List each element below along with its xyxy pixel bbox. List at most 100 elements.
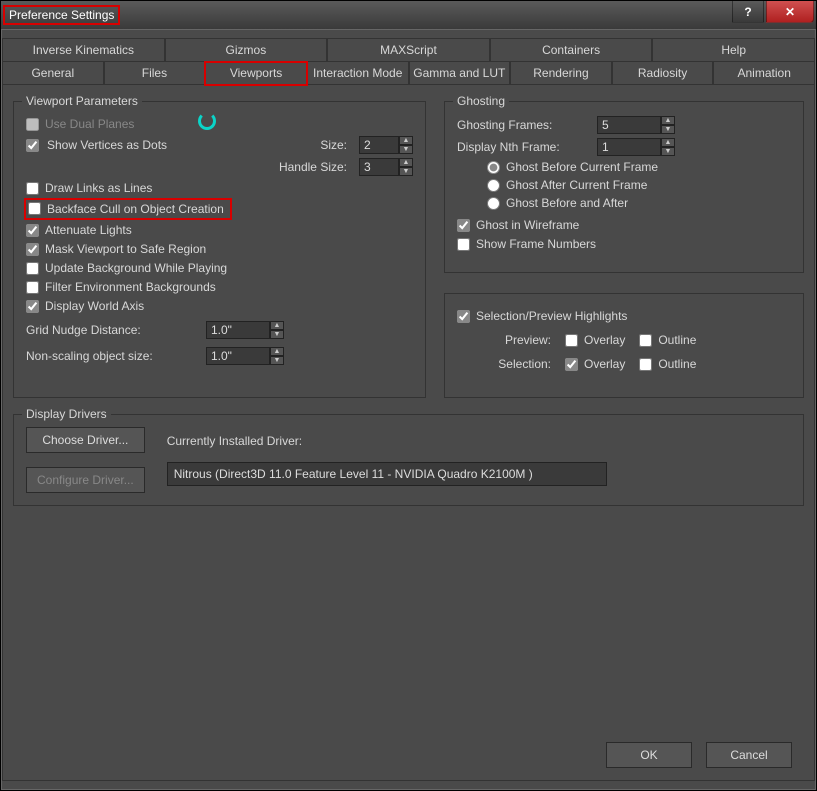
nth-frame-spinner[interactable]: ▲▼ xyxy=(597,138,675,156)
preview-outline-label[interactable]: Outline xyxy=(658,333,696,347)
selection-overlay-label[interactable]: Overlay xyxy=(584,357,625,371)
spin-up-icon[interactable]: ▲ xyxy=(270,321,284,330)
ghost-both-label[interactable]: Ghost Before and After xyxy=(506,196,628,210)
handle-size-input[interactable] xyxy=(359,158,399,176)
spin-down-icon[interactable]: ▼ xyxy=(399,167,413,176)
cancel-button[interactable]: Cancel xyxy=(706,742,792,768)
size-spinner[interactable]: ▲▼ xyxy=(359,136,413,154)
configure-driver-button: Configure Driver... xyxy=(26,467,145,493)
selection-highlights-label[interactable]: Selection/Preview Highlights xyxy=(476,309,627,323)
ghost-wire-label[interactable]: Ghost in Wireframe xyxy=(476,218,579,232)
tab-maxscript[interactable]: MAXScript xyxy=(327,38,490,62)
attenuate-checkbox[interactable] xyxy=(26,224,39,237)
display-axis-checkbox[interactable] xyxy=(26,300,39,313)
tab-files[interactable]: Files xyxy=(104,62,206,85)
update-bg-checkbox[interactable] xyxy=(26,262,39,275)
choose-driver-button[interactable]: Choose Driver... xyxy=(26,427,145,453)
selection-outline-checkbox[interactable] xyxy=(639,358,652,371)
ghost-both-radio[interactable] xyxy=(487,197,500,210)
tab-viewports[interactable]: Viewports xyxy=(205,62,307,85)
filter-env-checkbox[interactable] xyxy=(26,281,39,294)
spin-down-icon[interactable]: ▼ xyxy=(270,356,284,365)
nonscale-label: Non-scaling object size: xyxy=(26,349,206,363)
viewport-parameters-group: Viewport Parameters Use Dual Planes Show… xyxy=(13,101,426,398)
spin-down-icon[interactable]: ▼ xyxy=(399,145,413,154)
selection-outline-label[interactable]: Outline xyxy=(658,357,696,371)
dialog-footer: OK Cancel xyxy=(13,734,804,770)
selection-label: Selection: xyxy=(481,357,551,371)
nonscale-spinner[interactable]: ▲▼ xyxy=(206,347,284,365)
spin-up-icon[interactable]: ▲ xyxy=(399,136,413,145)
show-frame-numbers-checkbox[interactable] xyxy=(457,238,470,251)
show-vertices-label[interactable]: Show Vertices as Dots xyxy=(47,138,312,152)
spin-down-icon[interactable]: ▼ xyxy=(661,147,675,156)
tab-gizmos[interactable]: Gizmos xyxy=(165,38,328,62)
group-title: Ghosting xyxy=(453,94,509,108)
mask-label[interactable]: Mask Viewport to Safe Region xyxy=(45,242,206,256)
handle-size-spinner[interactable]: ▲▼ xyxy=(359,158,413,176)
group-title: Viewport Parameters xyxy=(22,94,142,108)
group-title: Display Drivers xyxy=(22,407,111,421)
tab-containers[interactable]: Containers xyxy=(490,38,653,62)
mask-checkbox[interactable] xyxy=(26,243,39,256)
draw-links-label[interactable]: Draw Links as Lines xyxy=(45,181,152,195)
filter-env-label[interactable]: Filter Environment Backgrounds xyxy=(45,280,216,294)
preview-overlay-label[interactable]: Overlay xyxy=(584,333,625,347)
backface-cull-checkbox[interactable] xyxy=(28,202,41,215)
spin-up-icon[interactable]: ▲ xyxy=(661,138,675,147)
close-button[interactable]: ✕ xyxy=(766,1,814,23)
installed-driver-label: Currently Installed Driver: xyxy=(167,434,791,448)
backface-cull-label[interactable]: Backface Cull on Object Creation xyxy=(47,202,224,216)
tab-rendering[interactable]: Rendering xyxy=(510,62,612,85)
preview-outline-checkbox[interactable] xyxy=(639,334,652,347)
columns: Viewport Parameters Use Dual Planes Show… xyxy=(13,101,804,398)
ghost-after-label[interactable]: Ghost After Current Frame xyxy=(506,178,647,192)
window-controls: ? ✕ xyxy=(732,1,816,29)
use-dual-planes-label: Use Dual Planes xyxy=(45,117,134,131)
spin-up-icon[interactable]: ▲ xyxy=(270,347,284,356)
show-vertices-checkbox[interactable] xyxy=(26,139,39,152)
grid-nudge-label: Grid Nudge Distance: xyxy=(26,323,206,337)
grid-nudge-input[interactable] xyxy=(206,321,270,339)
spin-down-icon[interactable]: ▼ xyxy=(270,330,284,339)
size-input[interactable] xyxy=(359,136,399,154)
update-bg-label[interactable]: Update Background While Playing xyxy=(45,261,227,275)
right-column: Ghosting Ghosting Frames: ▲▼ Display Nth… xyxy=(444,101,804,398)
display-axis-label[interactable]: Display World Axis xyxy=(45,299,144,313)
ghost-before-radio[interactable] xyxy=(487,161,500,174)
backface-highlight: Backface Cull on Object Creation xyxy=(26,200,230,218)
tab-help[interactable]: Help xyxy=(652,38,815,62)
attenuate-label[interactable]: Attenuate Lights xyxy=(45,223,132,237)
nth-frame-input[interactable] xyxy=(597,138,661,156)
ok-button[interactable]: OK xyxy=(606,742,692,768)
spin-down-icon[interactable]: ▼ xyxy=(661,125,675,134)
content-area: Inverse KinematicsGizmosMAXScriptContain… xyxy=(1,29,816,790)
use-dual-planes-row: Use Dual Planes xyxy=(26,117,413,131)
spin-up-icon[interactable]: ▲ xyxy=(399,158,413,167)
ghost-frames-input[interactable] xyxy=(597,116,661,134)
spin-up-icon[interactable]: ▲ xyxy=(661,116,675,125)
tab-gamma-and-lut[interactable]: Gamma and LUT xyxy=(409,62,511,85)
tab-general[interactable]: General xyxy=(2,62,104,85)
dialog-window: Preference Settings ? ✕ Inverse Kinemati… xyxy=(0,0,817,791)
preview-overlay-checkbox[interactable] xyxy=(565,334,578,347)
selection-highlights-checkbox[interactable] xyxy=(457,310,470,323)
ghost-wire-checkbox[interactable] xyxy=(457,219,470,232)
tab-inverse-kinematics[interactable]: Inverse Kinematics xyxy=(2,38,165,62)
size-label: Size: xyxy=(320,138,351,152)
ghost-frames-spinner[interactable]: ▲▼ xyxy=(597,116,675,134)
tab-radiosity[interactable]: Radiosity xyxy=(612,62,714,85)
ghost-after-radio[interactable] xyxy=(487,179,500,192)
nth-frame-label: Display Nth Frame: xyxy=(457,140,597,154)
help-button[interactable]: ? xyxy=(732,1,764,23)
tab-animation[interactable]: Animation xyxy=(713,62,815,85)
grid-nudge-spinner[interactable]: ▲▼ xyxy=(206,321,284,339)
draw-links-checkbox[interactable] xyxy=(26,182,39,195)
selection-overlay-checkbox[interactable] xyxy=(565,358,578,371)
tab-body: Viewport Parameters Use Dual Planes Show… xyxy=(2,85,815,781)
ghost-before-label[interactable]: Ghost Before Current Frame xyxy=(506,160,658,174)
show-frame-numbers-label[interactable]: Show Frame Numbers xyxy=(476,237,596,251)
titlebar: Preference Settings ? ✕ xyxy=(1,1,816,29)
tab-interaction-mode[interactable]: Interaction Mode xyxy=(307,62,409,85)
nonscale-input[interactable] xyxy=(206,347,270,365)
